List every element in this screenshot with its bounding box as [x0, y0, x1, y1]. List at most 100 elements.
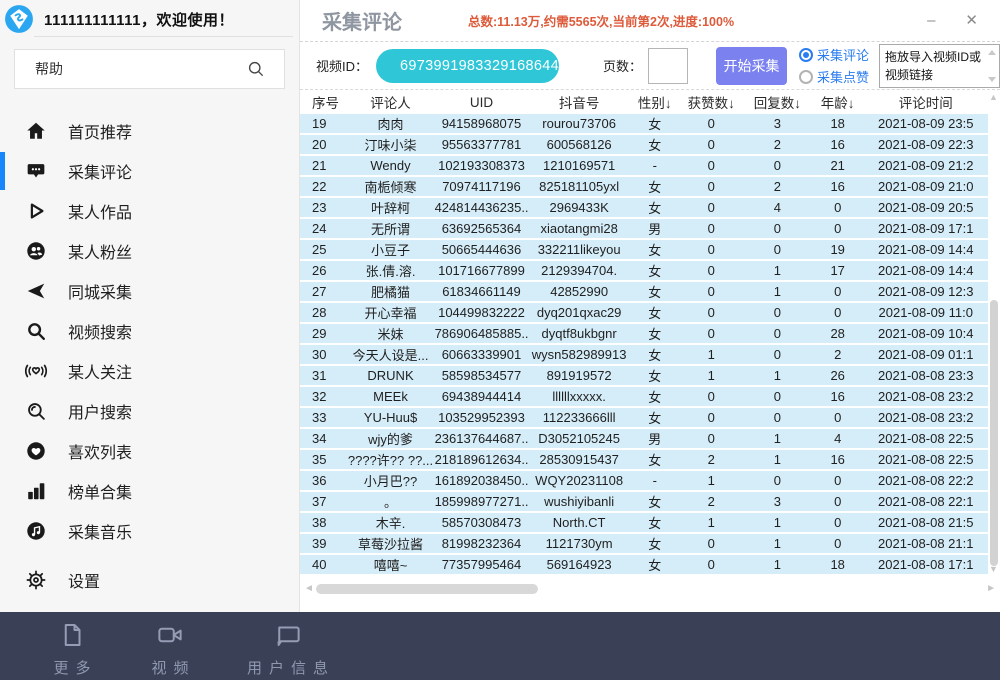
cell-commenter: 南栀倾寒	[346, 177, 434, 196]
radio-collect-comments[interactable]: 采集评论	[799, 45, 869, 64]
cell-commenter: wjy的爹	[346, 429, 434, 448]
cell-comment-time: 2021-08-08 23:3	[864, 368, 988, 383]
scroll-down-icon[interactable]: ▼	[989, 564, 998, 574]
sidebar-item-user-follows[interactable]: 某人关注	[0, 351, 299, 391]
table-row[interactable]: 37 。 185998977271... wushiyibanli 女 2 3 …	[300, 492, 988, 511]
sidebar-item-collect-comments[interactable]: 采集评论	[0, 151, 299, 191]
cell-age: 0	[812, 284, 864, 299]
table-row[interactable]: 36 小月巴?? 161892038450... WQY20231108 - 1…	[300, 471, 988, 490]
radio-selected-icon[interactable]	[799, 48, 813, 62]
table-row[interactable]: 27 肥橘猫 61834661149 42852990 女 0 1 0 2021…	[300, 282, 988, 301]
radio-unselected-icon[interactable]	[799, 70, 813, 84]
cell-age: 4	[812, 431, 864, 446]
table-row[interactable]: 28 开心幸福 104499832222 dyq201qxac29 女 0 0 …	[300, 303, 988, 322]
table-row[interactable]: 29 米妹 786906485885... dyqtf8ukbgnr 女 0 0…	[300, 324, 988, 343]
column-header-comment-time[interactable]: 评论时间	[864, 92, 988, 112]
cell-index: 22	[300, 179, 346, 194]
search-icon[interactable]	[244, 57, 268, 81]
table-row[interactable]: 35 ????许?? ??... 218189612634... 2853091…	[300, 450, 988, 469]
cell-replies: 0	[743, 305, 812, 320]
column-header-uid[interactable]: UID	[435, 95, 529, 110]
cell-likes: 0	[680, 305, 743, 320]
column-header-index[interactable]: 序号	[300, 92, 346, 112]
radio-collect-likes[interactable]: 采集点赞	[799, 67, 869, 86]
table-row[interactable]: 21 Wendy 102193308373 1210169571 - 0 0 2…	[300, 156, 988, 175]
scroll-left-icon[interactable]: ◄	[304, 583, 314, 594]
column-header-commenter[interactable]: 评论人	[346, 92, 434, 112]
column-header-replies-sort[interactable]: 回复数↓	[743, 92, 812, 112]
scroll-up-icon[interactable]: ▲	[989, 92, 998, 102]
cell-douyin-id: WQY20231108	[528, 473, 630, 488]
sidebar-item-user-works[interactable]: 某人作品	[0, 191, 299, 231]
column-header-gender-sort[interactable]: 性别↓	[630, 92, 680, 112]
table-row[interactable]: 26 张.倩.溶. 101716677899 2129394704. 女 0 1…	[300, 261, 988, 280]
table-row[interactable]: 40 嘻嘻~ 77357995464 569164923 女 0 1 18 20…	[300, 555, 988, 574]
video-id-input[interactable]: 6973991983329168644	[376, 49, 559, 83]
cell-likes: 2	[680, 494, 743, 509]
table-row[interactable]: 34 wjy的爹 236137644687... D3052105245 男 0…	[300, 429, 988, 448]
horizontal-scrollbar[interactable]: ◄ ►	[300, 580, 1000, 598]
vertical-scrollbar-thumb[interactable]	[990, 300, 998, 566]
sidebar-item-user-fans[interactable]: 某人粉丝	[0, 231, 299, 271]
sidebar-item-city-collect[interactable]: 同城采集	[0, 271, 299, 311]
chat-bubble-icon	[273, 620, 303, 655]
cell-douyin-id: 42852990	[528, 284, 630, 299]
cell-commenter: 张.倩.溶.	[346, 261, 434, 280]
cell-comment-time: 2021-08-09 20:5	[864, 200, 988, 215]
cell-commenter: 小豆子	[346, 240, 434, 259]
column-header-douyin-id[interactable]: 抖音号	[528, 92, 630, 112]
table-row[interactable]: 32 MEEk 69438944414 llllllxxxxx. 女 0 0 1…	[300, 387, 988, 406]
cell-gender: -	[630, 473, 680, 488]
spinner-up-icon[interactable]	[988, 50, 996, 55]
bottom-item-video[interactable]: 视频	[142, 620, 198, 678]
horizontal-scrollbar-thumb[interactable]	[316, 584, 538, 594]
cell-gender: 女	[630, 345, 680, 364]
cell-age: 0	[812, 473, 864, 488]
table-row[interactable]: 38 木辛. 58570308473 North.CT 女 1 1 0 2021…	[300, 513, 988, 532]
cell-index: 21	[300, 158, 346, 173]
close-button[interactable]: ✕	[965, 13, 978, 28]
cell-uid: 58598534577	[435, 368, 529, 383]
cell-replies: 0	[743, 410, 812, 425]
cell-douyin-id: dyq201qxac29	[528, 305, 630, 320]
app-window: 111111111111，欢迎使用！ 帮助	[0, 0, 1000, 680]
bottom-item-user-info[interactable]: 用户信息	[240, 620, 335, 678]
table-row[interactable]: 33 YU-Huu$ 103529952393 112233666lll 女 0…	[300, 408, 988, 427]
table-row[interactable]: 31 DRUNK 58598534577 891919572 女 1 1 26 …	[300, 366, 988, 385]
sidebar-item-home-feed[interactable]: 首页推荐	[0, 111, 299, 151]
bottom-item-label: 用户信息	[240, 657, 335, 678]
scroll-right-icon[interactable]: ►	[986, 583, 996, 594]
sidebar-item-like-list[interactable]: 喜欢列表	[0, 431, 299, 471]
drag-drop-input[interactable]: 拖放导入视频ID或视频链接	[879, 44, 1000, 88]
table-row[interactable]: 39 草莓沙拉酱 81998232364 1121730ym 女 0 1 0 2…	[300, 534, 988, 553]
table-row[interactable]: 19 肉肉 94158968075 rourou73706 女 0 3 18 2…	[300, 114, 988, 133]
table-row[interactable]: 22 南栀倾寒 70974117196 825181105yxl 女 0 2 1…	[300, 177, 988, 196]
cell-replies: 1	[743, 536, 812, 551]
cell-douyin-id: xiaotangmi28	[528, 221, 630, 236]
start-collect-button[interactable]: 开始采集	[716, 47, 787, 85]
vertical-scrollbar[interactable]: ▲ ▼	[988, 90, 1000, 576]
sidebar-item-collect-music[interactable]: 采集音乐	[0, 511, 299, 551]
bottom-item-more[interactable]: 更多	[44, 620, 100, 678]
minimize-button[interactable]: –	[927, 13, 935, 28]
table-row[interactable]: 24 无所谓 63692565364 xiaotangmi28 男 0 0 0 …	[300, 219, 988, 238]
spinner-down-icon[interactable]	[988, 77, 996, 82]
column-header-likes-sort[interactable]: 获赞数↓	[680, 92, 743, 112]
sidebar-item-ranking-collection[interactable]: 榜单合集	[0, 471, 299, 511]
sidebar-item-settings[interactable]: 设置	[0, 560, 299, 600]
help-search-box[interactable]: 帮助	[14, 49, 285, 89]
table-header-row: 序号 评论人 UID 抖音号 性别↓ 获赞数↓ 回复数↓ 年龄↓ 评论时间	[300, 90, 988, 114]
table-row[interactable]: 20 汀味小柒 95563377781 600568126 女 0 2 16 2…	[300, 135, 988, 154]
table-row[interactable]: 25 小豆子 50665444636 332211likeyou 女 0 0 1…	[300, 240, 988, 259]
table-row[interactable]: 23 叶辞柯 424814436235... 2969433K 女 0 4 0 …	[300, 198, 988, 217]
cell-likes: 0	[680, 179, 743, 194]
sidebar-item-video-search[interactable]: 视频搜索	[0, 311, 299, 351]
cell-douyin-id: 569164923	[528, 557, 630, 572]
cell-gender: 男	[630, 429, 680, 448]
column-header-age-sort[interactable]: 年龄↓	[812, 92, 864, 112]
pages-input[interactable]	[648, 48, 688, 84]
table-row[interactable]: 30 今天人设是... 60663339901 wysn582989913 女 …	[300, 345, 988, 364]
sidebar-item-user-search[interactable]: 用户搜索	[0, 391, 299, 431]
sidebar-item-label: 某人关注	[68, 359, 132, 383]
cell-index: 19	[300, 116, 346, 131]
